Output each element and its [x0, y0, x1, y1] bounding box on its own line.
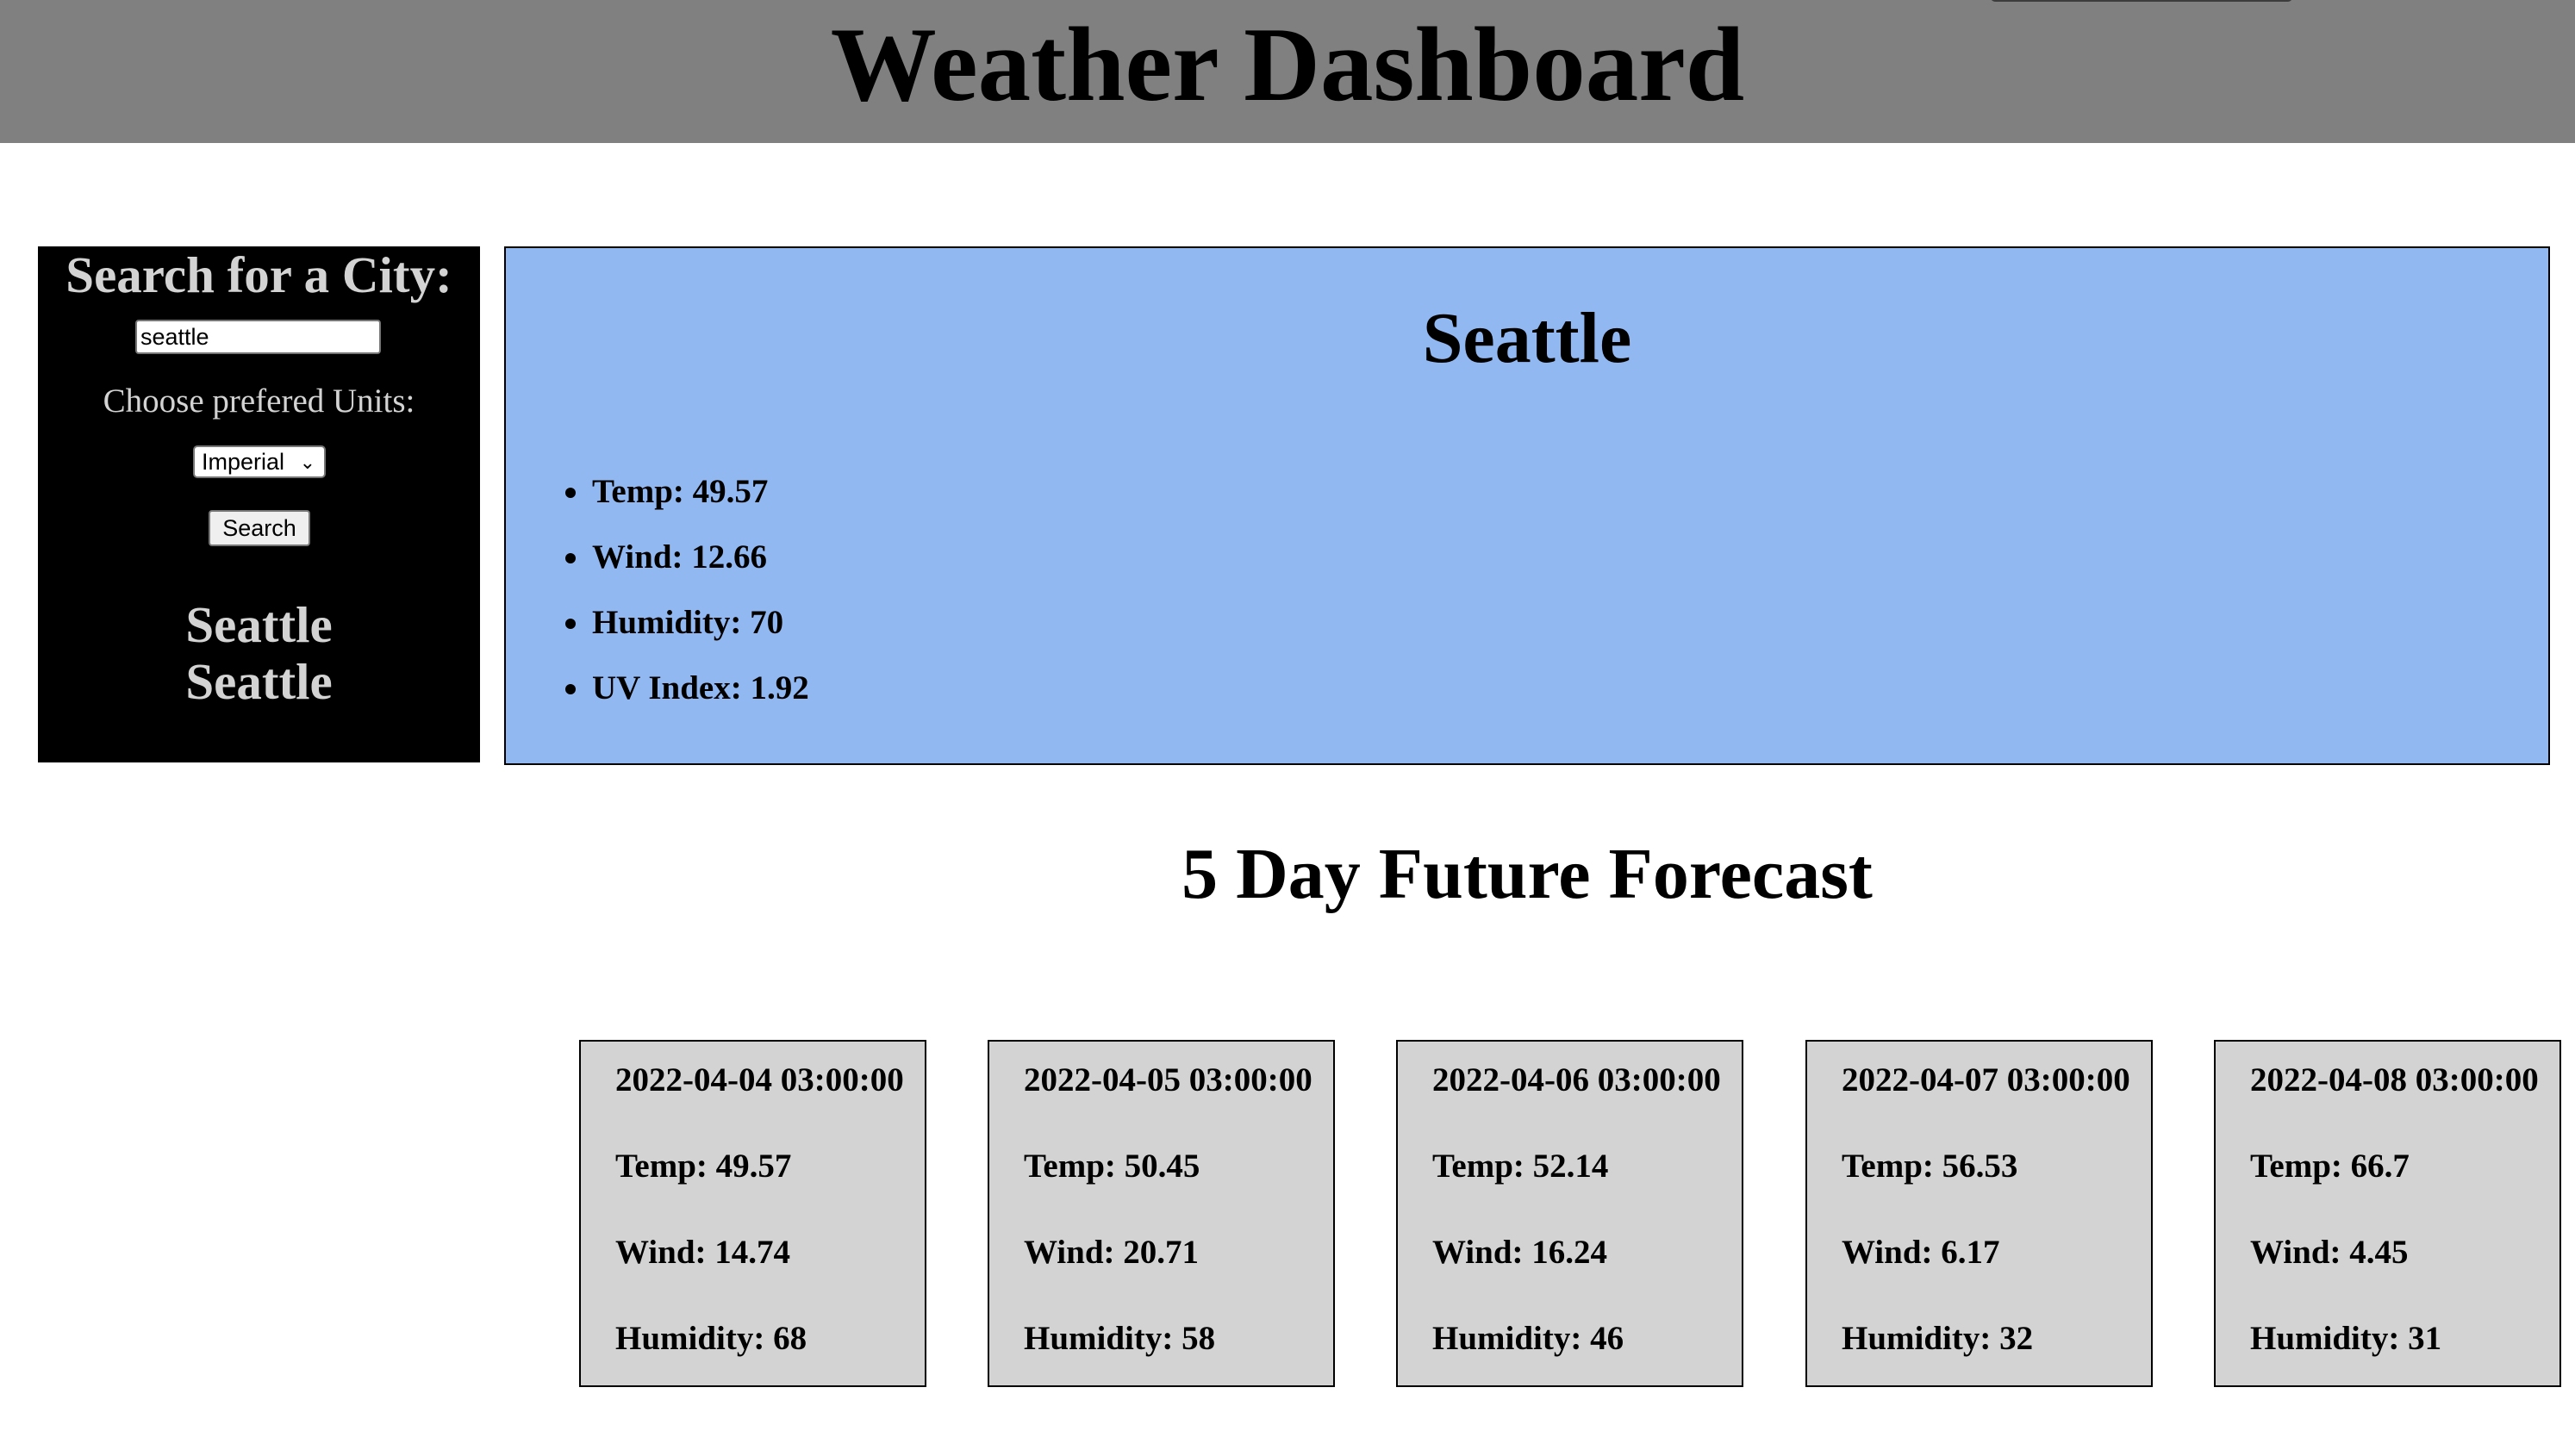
search-title: Search for a City:: [65, 246, 452, 303]
forecast-wind: Wind: 16.24: [1432, 1234, 1607, 1271]
forecast-temp: Temp: 50.45: [1024, 1148, 1200, 1185]
search-button[interactable]: Search: [209, 510, 310, 546]
forecast-humidity: Humidity: 68: [615, 1320, 807, 1357]
forecast-date: 2022-04-04 03:00:00: [615, 1061, 904, 1098]
chevron-down-icon: ⌄: [299, 451, 315, 473]
page-title: Weather Dashboard: [830, 5, 1745, 123]
forecast-temp: Temp: 52.14: [1432, 1148, 1609, 1185]
city-search-input[interactable]: [135, 320, 381, 354]
units-selected-value: Imperial: [202, 449, 285, 475]
forecast-card: 2022-04-07 03:00:00 Temp: 56.53 Wind: 6.…: [1805, 1040, 2153, 1387]
forecast-date: 2022-04-07 03:00:00: [1842, 1061, 2130, 1098]
forecast-temp: Temp: 49.57: [615, 1148, 792, 1185]
forecast-humidity: Humidity: 32: [1842, 1320, 2034, 1357]
forecast-temp: Temp: 56.53: [1842, 1148, 2018, 1185]
current-humidity: Humidity: 70: [565, 590, 809, 656]
forecast-card: 2022-04-05 03:00:00 Temp: 50.45 Wind: 20…: [988, 1040, 1335, 1387]
search-sidebar: Search for a City: Choose prefered Units…: [38, 246, 480, 762]
forecast-card: 2022-04-06 03:00:00 Temp: 52.14 Wind: 16…: [1396, 1040, 1743, 1387]
forecast-date: 2022-04-05 03:00:00: [1024, 1061, 1312, 1098]
current-uv-index: UV Index: 1.92: [565, 656, 809, 721]
forecast-wind: Wind: 4.45: [2250, 1234, 2409, 1271]
current-city-name: Seattle: [1422, 298, 1632, 378]
current-temp: Temp: 49.57: [565, 459, 809, 525]
forecast-date: 2022-04-08 03:00:00: [2250, 1061, 2539, 1098]
forecast-wind: Wind: 14.74: [615, 1234, 790, 1271]
forecast-humidity: Humidity: 46: [1432, 1320, 1624, 1357]
history-item[interactable]: Seattle: [38, 653, 480, 710]
forecast-date: 2022-04-06 03:00:00: [1432, 1061, 1721, 1098]
header-bar: Weather Dashboard: [0, 0, 2575, 143]
units-select[interactable]: Imperial ⌄: [193, 445, 326, 478]
history-item[interactable]: Seattle: [38, 596, 480, 653]
forecast-title: 5 Day Future Forecast: [1182, 834, 1873, 914]
current-wind: Wind: 12.66: [565, 525, 809, 590]
forecast-temp: Temp: 66.7: [2250, 1148, 2410, 1185]
header-overlay-tab: [1991, 0, 2292, 2]
forecast-wind: Wind: 20.71: [1024, 1234, 1199, 1271]
forecast-humidity: Humidity: 58: [1024, 1320, 1216, 1357]
units-label: Choose prefered Units:: [103, 383, 415, 420]
search-history: Seattle Seattle: [38, 596, 480, 710]
forecast-card: 2022-04-08 03:00:00 Temp: 66.7 Wind: 4.4…: [2214, 1040, 2561, 1387]
forecast-humidity: Humidity: 31: [2250, 1320, 2442, 1357]
current-weather-panel: Seattle Temp: 49.57 Wind: 12.66 Humidity…: [504, 246, 2550, 765]
forecast-card: 2022-04-04 03:00:00 Temp: 49.57 Wind: 14…: [579, 1040, 926, 1387]
forecast-wind: Wind: 6.17: [1842, 1234, 2000, 1271]
current-weather-list: Temp: 49.57 Wind: 12.66 Humidity: 70 UV …: [565, 459, 809, 721]
